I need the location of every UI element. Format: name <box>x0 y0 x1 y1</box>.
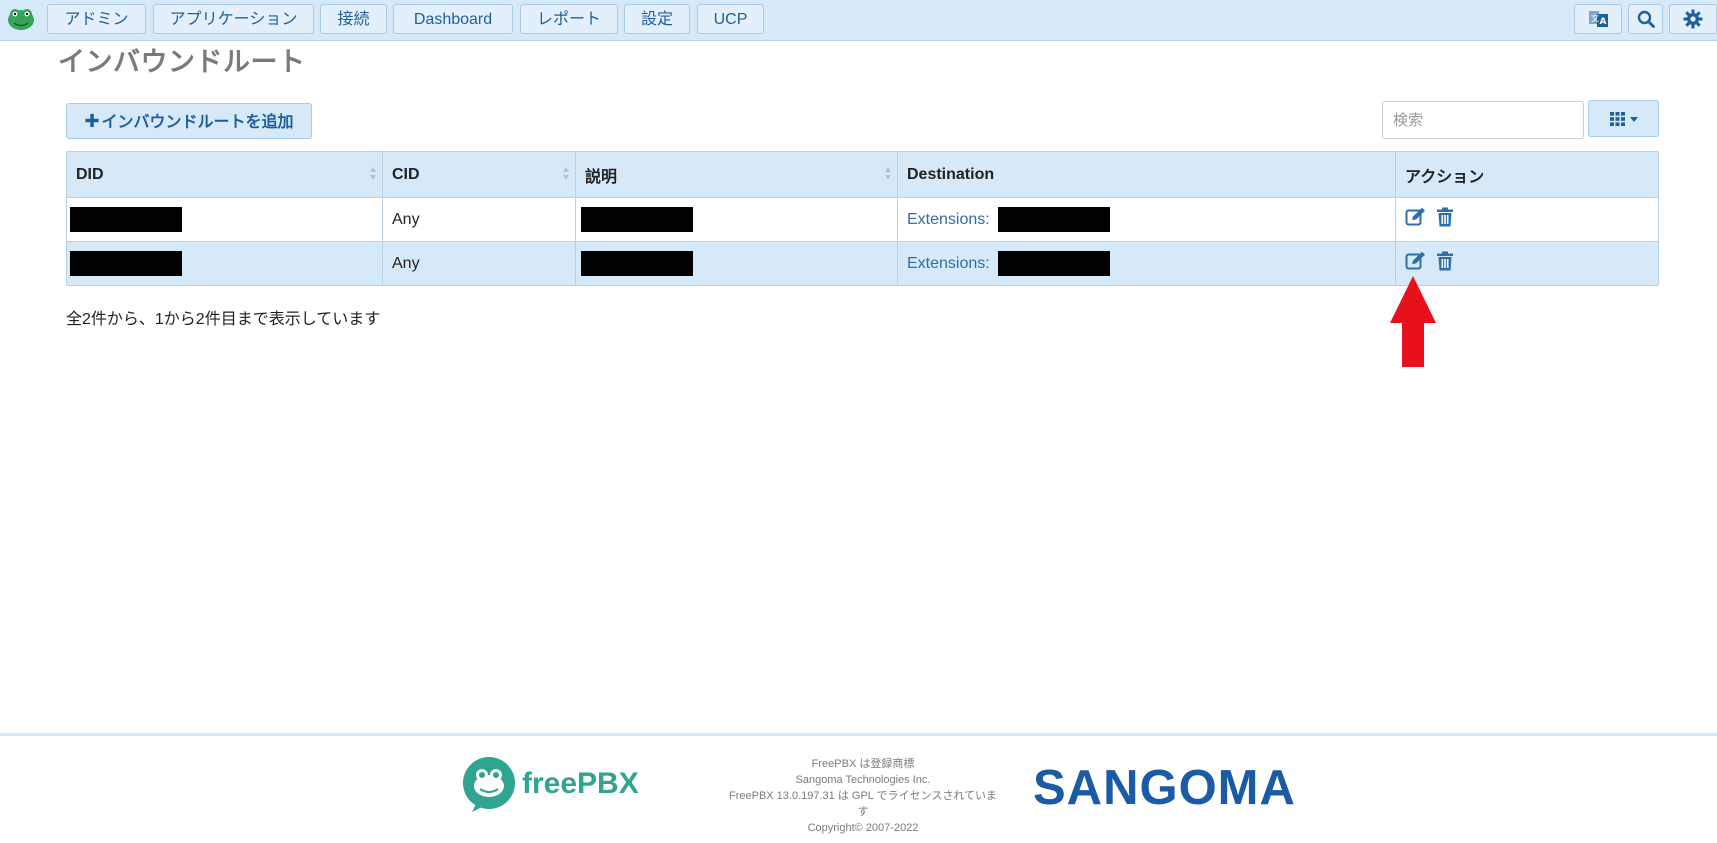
settings-button[interactable] <box>1669 4 1717 34</box>
column-header-label: Destination <box>907 165 995 183</box>
description-cell <box>575 242 897 285</box>
add-inbound-route-button[interactable]: ✚ インバウンドルートを追加 <box>66 103 312 139</box>
actions-cell <box>1395 198 1658 241</box>
destination-cell: Extensions: <box>897 198 1395 241</box>
cid-cell: Any <box>382 242 575 285</box>
svg-text:文: 文 <box>1591 13 1599 23</box>
did-cell <box>67 198 382 241</box>
nav-admin[interactable]: アドミン <box>47 4 146 34</box>
column-header-label: CID <box>392 165 420 183</box>
destination-cell: Extensions: <box>897 242 1395 285</box>
red-arrow-annotation <box>1390 276 1436 367</box>
sort-icon <box>370 167 376 181</box>
sangoma-logo[interactable]: SANGOMA <box>1033 758 1373 814</box>
trash-icon[interactable] <box>1436 207 1454 232</box>
redacted-destination <box>997 251 1110 276</box>
column-header-label: DID <box>76 165 104 183</box>
redacted-description <box>581 251 693 276</box>
redacted-did <box>70 251 182 276</box>
sangoma-logo-text: SANGOMA <box>1033 761 1296 814</box>
redacted-destination <box>997 207 1110 232</box>
destination-link[interactable]: Extensions: <box>907 211 990 229</box>
top-navbar: アドミン アプリケーション 接続 Dashboard レポート 設定 UCP 文… <box>0 0 1717 41</box>
nav-ucp[interactable]: UCP <box>697 4 764 34</box>
freepbx-logo-text: freePBX <box>522 767 639 800</box>
column-header-destination: Destination <box>897 152 1395 197</box>
freepbx-footer-logo[interactable]: freePBX <box>462 756 652 812</box>
svg-text:A: A <box>1600 17 1607 27</box>
chevron-down-icon <box>1630 117 1638 122</box>
table-row: Any Extensions: <box>67 197 1658 241</box>
footer-line: Copyright© 2007-2022 <box>807 822 919 834</box>
gear-icon <box>1683 9 1703 29</box>
nav-applications[interactable]: アプリケーション <box>153 4 314 34</box>
edit-icon[interactable] <box>1405 251 1427 276</box>
column-header-cid[interactable]: CID <box>382 152 575 197</box>
footer-line: FreePBX 13.0.197.31 は GPL でライセンスされていま <box>728 790 997 802</box>
column-header-label: 説明 <box>585 168 618 186</box>
nav-settings[interactable]: 設定 <box>624 4 690 34</box>
destination-link[interactable]: Extensions: <box>907 255 990 273</box>
column-header-actions: アクション <box>1395 152 1658 197</box>
edit-icon[interactable] <box>1405 207 1427 232</box>
columns-toggle-button[interactable] <box>1588 100 1659 137</box>
cid-cell: Any <box>382 198 575 241</box>
footer-legal-text: FreePBX は登録商標 Sangoma Technologies Inc. … <box>720 756 1006 836</box>
redacted-did <box>70 207 182 232</box>
footer-line: す <box>857 806 869 818</box>
sort-icon <box>885 167 891 181</box>
nav-dashboard[interactable]: Dashboard <box>393 4 513 34</box>
table-info-text: 全2件から、1から2件目まで表示しています <box>66 311 381 328</box>
did-cell <box>67 242 382 285</box>
table-header-row: DID CID 説明 Destination アクション <box>67 152 1658 197</box>
column-header-label: アクション <box>1405 168 1485 186</box>
translate-icon: 文 A <box>1589 11 1608 27</box>
plus-icon: ✚ <box>84 111 100 131</box>
search-icon <box>1637 10 1655 28</box>
search-input[interactable] <box>1382 101 1584 139</box>
column-header-description[interactable]: 説明 <box>575 152 897 197</box>
nav-connectivity[interactable]: 接続 <box>320 4 387 34</box>
grid-icon <box>1610 112 1625 126</box>
inbound-routes-table: DID CID 説明 Destination アクション Any Extensi… <box>66 151 1659 286</box>
redacted-description <box>581 207 693 232</box>
add-button-label: インバウンドルートを追加 <box>101 114 294 131</box>
footer-line: FreePBX は登録商標 <box>811 758 915 770</box>
freepbx-logo-icon[interactable] <box>6 6 36 32</box>
sort-icon <box>563 167 569 181</box>
page-title: インバウンドルート <box>58 47 306 77</box>
description-cell <box>575 198 897 241</box>
search-button[interactable] <box>1628 4 1663 34</box>
language-button[interactable]: 文 A <box>1574 4 1622 34</box>
nav-reports[interactable]: レポート <box>520 4 618 34</box>
column-header-did[interactable]: DID <box>67 152 382 197</box>
trash-icon[interactable] <box>1436 251 1454 276</box>
footer-line: Sangoma Technologies Inc. <box>795 774 931 786</box>
